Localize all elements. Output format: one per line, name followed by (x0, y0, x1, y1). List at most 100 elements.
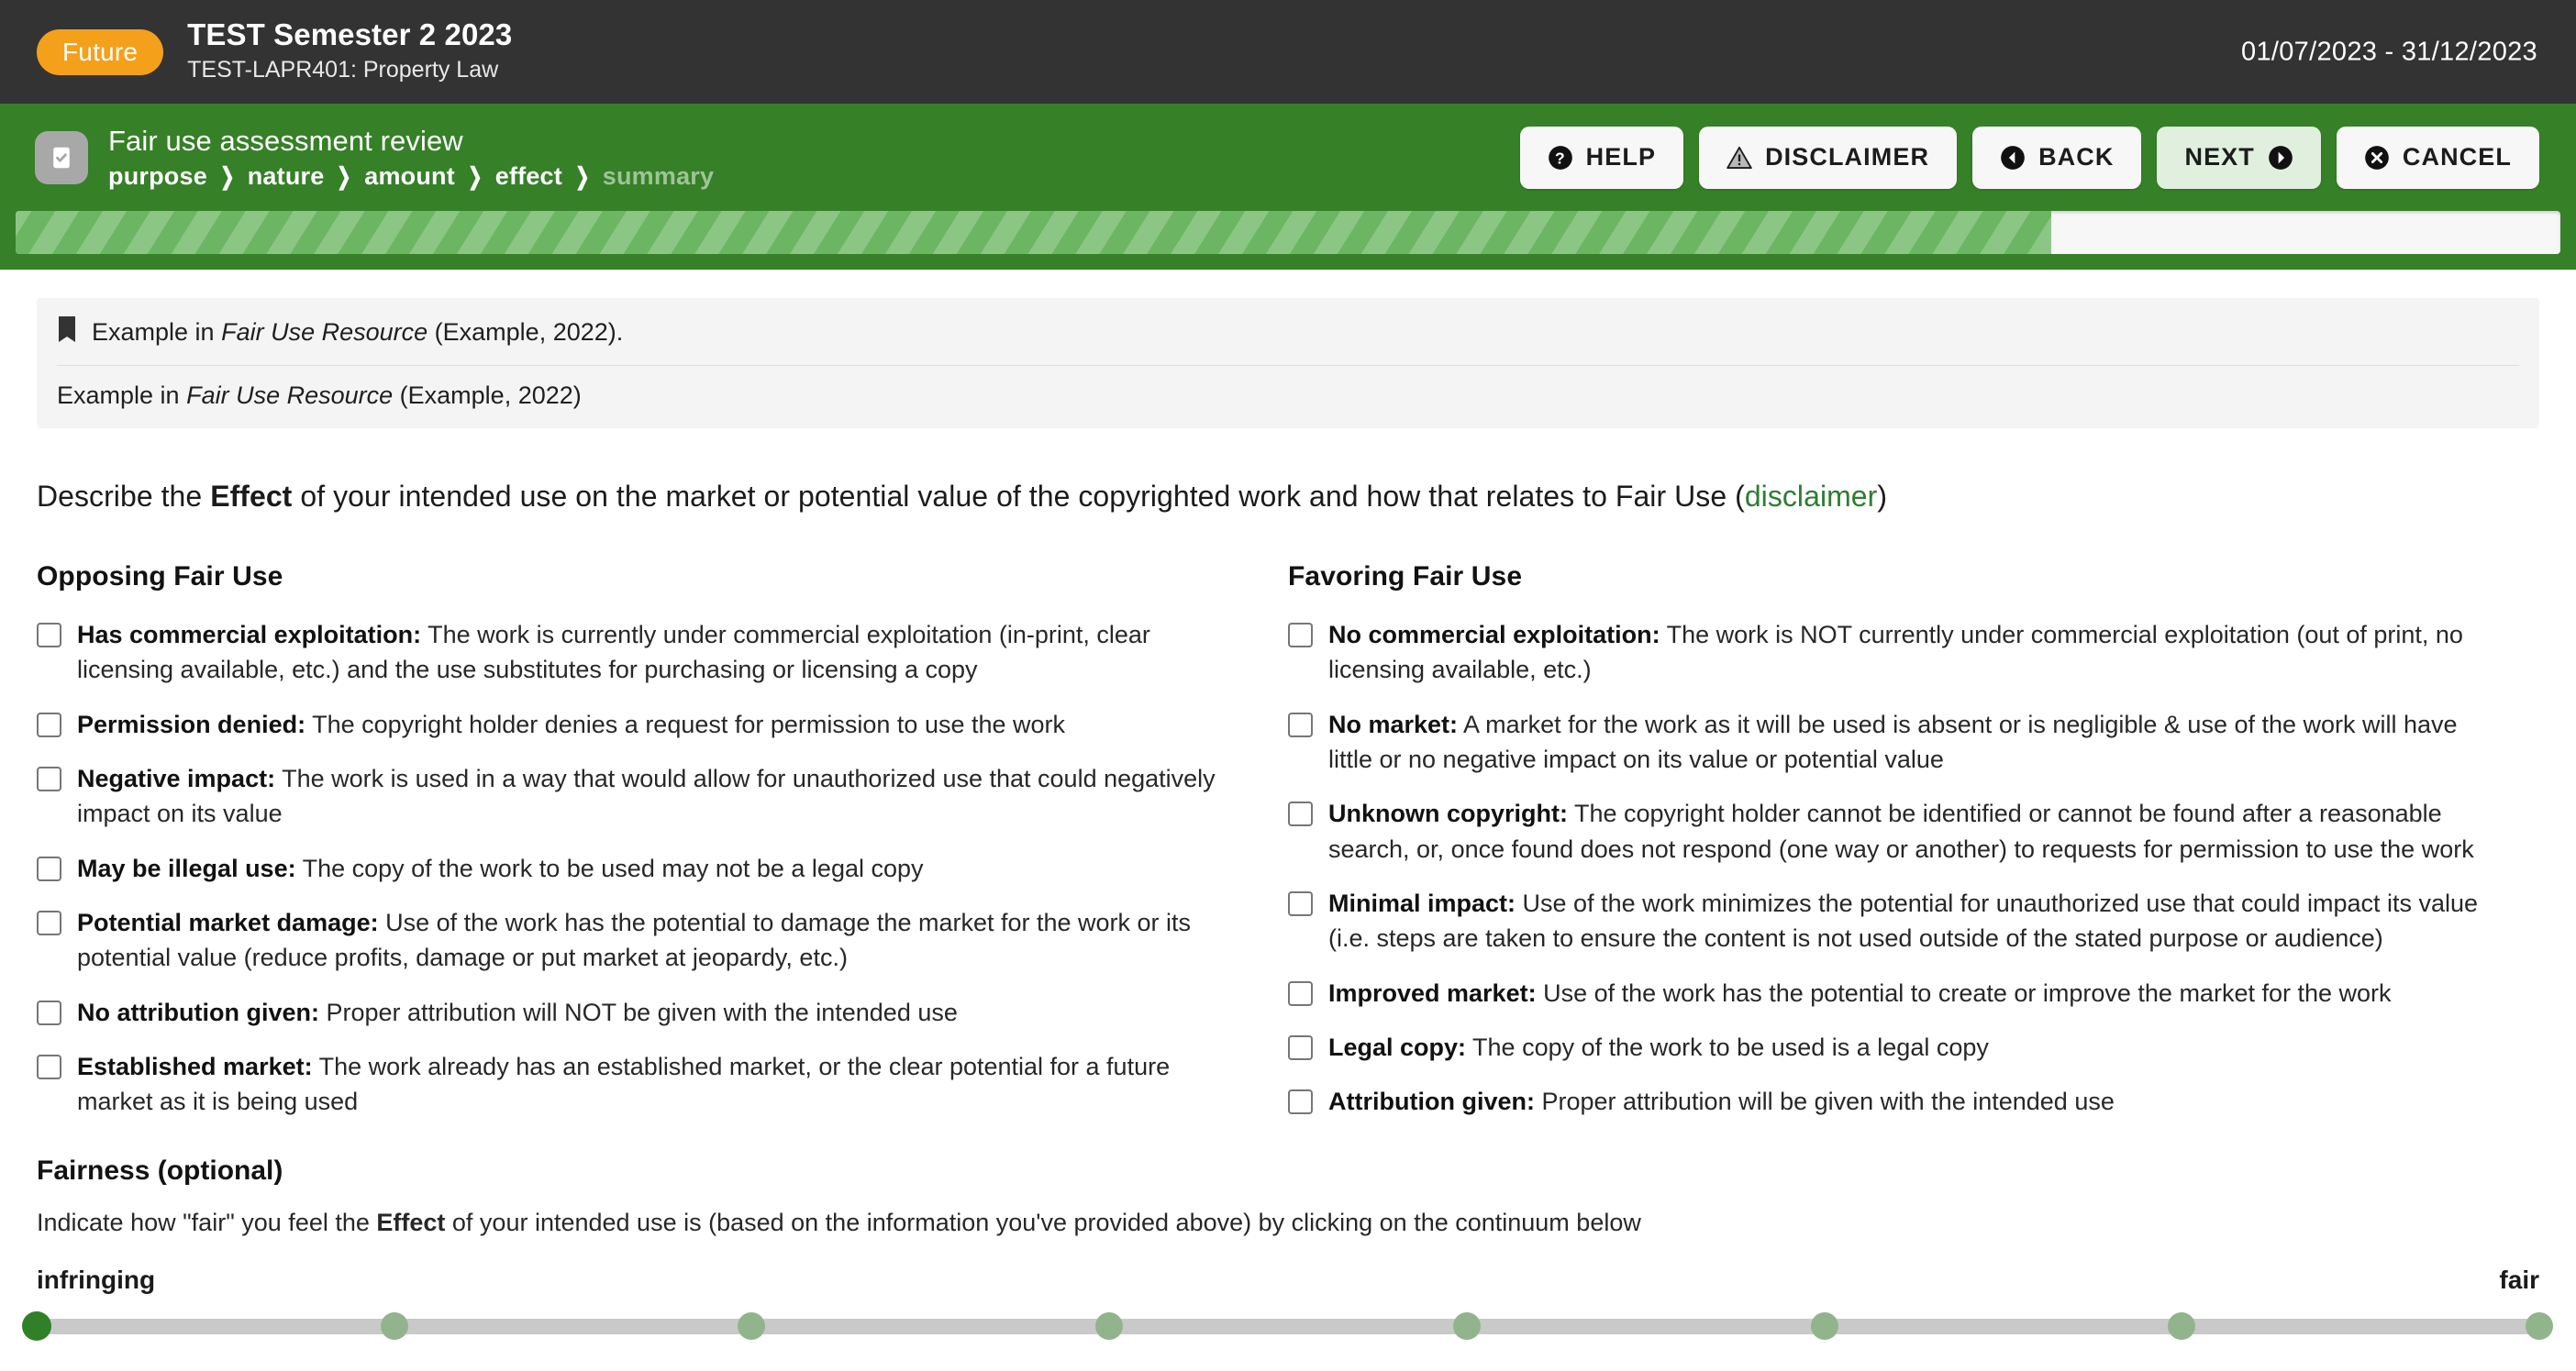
favoring-criterion-checkbox[interactable] (1288, 802, 1313, 827)
favoring-criterion-checkbox[interactable] (1288, 1089, 1313, 1115)
favoring-criterion-checkbox[interactable] (1288, 980, 1313, 1006)
favoring-criterion-item[interactable]: No commercial exploitation: The work is … (1288, 617, 2503, 688)
favoring-criterion-item[interactable]: Unknown copyright: The copyright holder … (1288, 796, 2503, 867)
opposing-criterion-checkbox[interactable] (37, 856, 61, 881)
continuum-dot[interactable] (1452, 1311, 1481, 1340)
favoring-criterion-label[interactable]: Unknown copyright: The copyright holder … (1328, 796, 2503, 867)
breadcrumb-item-nature[interactable]: nature (248, 162, 325, 191)
opposing-criterion-label[interactable]: Potential market damage: Use of the work… (77, 905, 1251, 976)
continuum-dot[interactable] (380, 1311, 408, 1340)
opposing-criterion-label-term: No attribution given: (77, 998, 319, 1026)
continuum-dot[interactable] (1810, 1311, 1838, 1340)
favoring-criterion-label[interactable]: Improved market: Use of the work has the… (1328, 976, 2392, 1011)
favoring-criterion-label[interactable]: No market: A market for the work as it w… (1328, 707, 2503, 778)
favoring-criterion-label-term: Minimal impact: (1328, 889, 1516, 917)
opposing-criterion-item[interactable]: Permission denied: The copyright holder … (37, 707, 1251, 742)
continuum-dot[interactable] (2526, 1311, 2553, 1340)
opposing-criterion-label-term: May be illegal use: (77, 854, 296, 882)
opposing-criterion-item[interactable]: Negative impact: The work is used in a w… (37, 761, 1251, 832)
favoring-criterion-label-term: Unknown copyright: (1328, 800, 1568, 828)
opposing-criterion-label-term: Negative impact: (77, 764, 276, 792)
breadcrumb-item-effect[interactable]: effect (495, 162, 562, 191)
favoring-criterion-checkbox[interactable] (1288, 1034, 1313, 1060)
fairness-continuum[interactable] (22, 1302, 2553, 1350)
favoring-criterion-label[interactable]: Minimal impact: Use of the work minimize… (1328, 886, 2503, 956)
course-info: TEST Semester 2 2023 TEST-LAPR401: Prope… (187, 17, 512, 86)
favoring-criterion-label[interactable]: Attribution given: Proper attribution wi… (1328, 1084, 2115, 1119)
chevron-right-icon: ❯ (467, 162, 483, 191)
favoring-criterion-label-term: Improved market: (1328, 978, 1537, 1007)
question-post: ) (1877, 480, 1888, 513)
next-button-label: NEXT (2184, 143, 2255, 171)
disclaimer-link[interactable]: disclaimer (1745, 480, 1878, 513)
favoring-criterion-item[interactable]: Attribution given: Proper attribution wi… (1288, 1084, 2503, 1119)
opposing-criterion-label-term: Permission denied: (77, 710, 306, 738)
opposing-criterion-checkbox[interactable] (37, 910, 61, 935)
disclaimer-button[interactable]: DISCLAIMER (1699, 126, 1958, 189)
favoring-criterion-item[interactable]: Minimal impact: Use of the work minimize… (1288, 886, 2503, 956)
opposing-criterion-checkbox[interactable] (37, 1000, 61, 1025)
opposing-column-title: Opposing Fair Use (37, 561, 283, 592)
fairness-section-title: Fairness (optional) (37, 1155, 283, 1186)
continuum-dot[interactable] (1095, 1311, 1124, 1340)
opposing-criterion-label[interactable]: May be illegal use: The copy of the work… (77, 851, 924, 886)
favoring-criterion-item[interactable]: No market: A market for the work as it w… (1288, 707, 2503, 778)
favoring-criterion-label-description: A market for the work as it will be used… (1328, 710, 2458, 773)
opposing-criterion-checkbox[interactable] (37, 712, 61, 737)
opposing-criterion-label[interactable]: Permission denied: The copyright holder … (77, 707, 1065, 742)
back-button[interactable]: BACK (1972, 126, 2142, 189)
top-app-bar: Future TEST Semester 2 2023 TEST-LAPR401… (0, 0, 2576, 104)
fairness-description: Indicate how "fair" you feel the Effect … (37, 1208, 1641, 1236)
continuum-dot[interactable] (738, 1311, 766, 1340)
opposing-criterion-item[interactable]: May be illegal use: The copy of the work… (37, 851, 1251, 886)
continuum-label-left: infringing (37, 1265, 156, 1294)
breadcrumb: purpose ❯ nature ❯ amount ❯ effect ❯ sum… (108, 162, 714, 191)
opposing-criterion-label[interactable]: Established market: The work already has… (77, 1049, 1251, 1120)
favoring-criterion-checkbox[interactable] (1288, 890, 1313, 916)
help-button-label: HELP (1585, 143, 1657, 171)
opposing-criterion-label-description: The copy of the work to be used may not … (295, 854, 924, 882)
continuum-labels: infringing fair (37, 1266, 2539, 1295)
arrow-right-circle-icon (2268, 145, 2293, 171)
opposing-criterion-item[interactable]: Has commercial exploitation: The work is… (37, 617, 1251, 688)
opposing-criterion-label[interactable]: No attribution given: Proper attribution… (77, 995, 958, 1030)
warning-triangle-icon (1727, 145, 1752, 171)
favoring-criterion-item[interactable]: Improved market: Use of the work has the… (1288, 976, 2503, 1011)
close-circle-icon (2364, 145, 2390, 171)
opposing-criterion-item[interactable]: Established market: The work already has… (37, 1049, 1251, 1120)
opposing-checkbox-list: Has commercial exploitation: The work is… (37, 617, 1251, 1120)
continuum-track (37, 1318, 2539, 1334)
question-prompt: Describe the Effect of your intended use… (37, 480, 2539, 514)
favoring-criterion-label-term: Legal copy: (1328, 1033, 1467, 1061)
progress-bar-container (0, 211, 2576, 270)
favoring-criterion-checkbox[interactable] (1288, 712, 1313, 737)
opposing-criterion-checkbox[interactable] (37, 766, 61, 791)
next-button[interactable]: NEXT (2157, 126, 2321, 189)
favoring-criterion-label[interactable]: No commercial exploitation: The work is … (1328, 617, 2503, 688)
breadcrumb-item-amount[interactable]: amount (364, 162, 455, 191)
opposing-criterion-label-description: The copyright holder denies a request fo… (305, 710, 1066, 738)
opposing-criterion-item[interactable]: Potential market damage: Use of the work… (37, 905, 1251, 976)
continuum-dot[interactable] (22, 1310, 51, 1341)
favoring-criterion-item[interactable]: Legal copy: The copy of the work to be u… (1288, 1030, 2503, 1065)
opposing-criterion-label[interactable]: Negative impact: The work is used in a w… (77, 761, 1251, 832)
course-code-label: TEST-LAPR401: Property Law (187, 57, 499, 83)
help-button[interactable]: ? HELP (1519, 126, 1684, 189)
favoring-criterion-label[interactable]: Legal copy: The copy of the work to be u… (1328, 1030, 1989, 1065)
citation-primary: Example in Fair Use Resource (Example, 2… (57, 298, 2519, 366)
assessment-header: Fair use assessment review purpose ❯ nat… (0, 104, 2576, 211)
opposing-criterion-checkbox[interactable] (37, 1054, 61, 1079)
favoring-criterion-checkbox[interactable] (1288, 623, 1313, 647)
cancel-button[interactable]: CANCEL (2336, 126, 2539, 189)
opposing-criterion-checkbox[interactable] (37, 623, 61, 647)
continuum-dot[interactable] (2168, 1311, 2196, 1340)
citation-primary-text: Example in Fair Use Resource (Example, 2… (92, 318, 624, 346)
breadcrumb-item-purpose[interactable]: purpose (108, 162, 207, 191)
opposing-criterion-label[interactable]: Has commercial exploitation: The work is… (77, 617, 1251, 688)
citation-panel: Example in Fair Use Resource (Example, 2… (37, 298, 2539, 428)
question-mid: of your intended use on the market or po… (292, 480, 1745, 513)
cancel-button-label: CANCEL (2402, 143, 2512, 171)
breadcrumb-item-summary[interactable]: summary (603, 162, 714, 191)
opposing-criterion-item[interactable]: No attribution given: Proper attribution… (37, 995, 1251, 1030)
opposing-criterion-label-term: Has commercial exploitation: (77, 621, 422, 648)
